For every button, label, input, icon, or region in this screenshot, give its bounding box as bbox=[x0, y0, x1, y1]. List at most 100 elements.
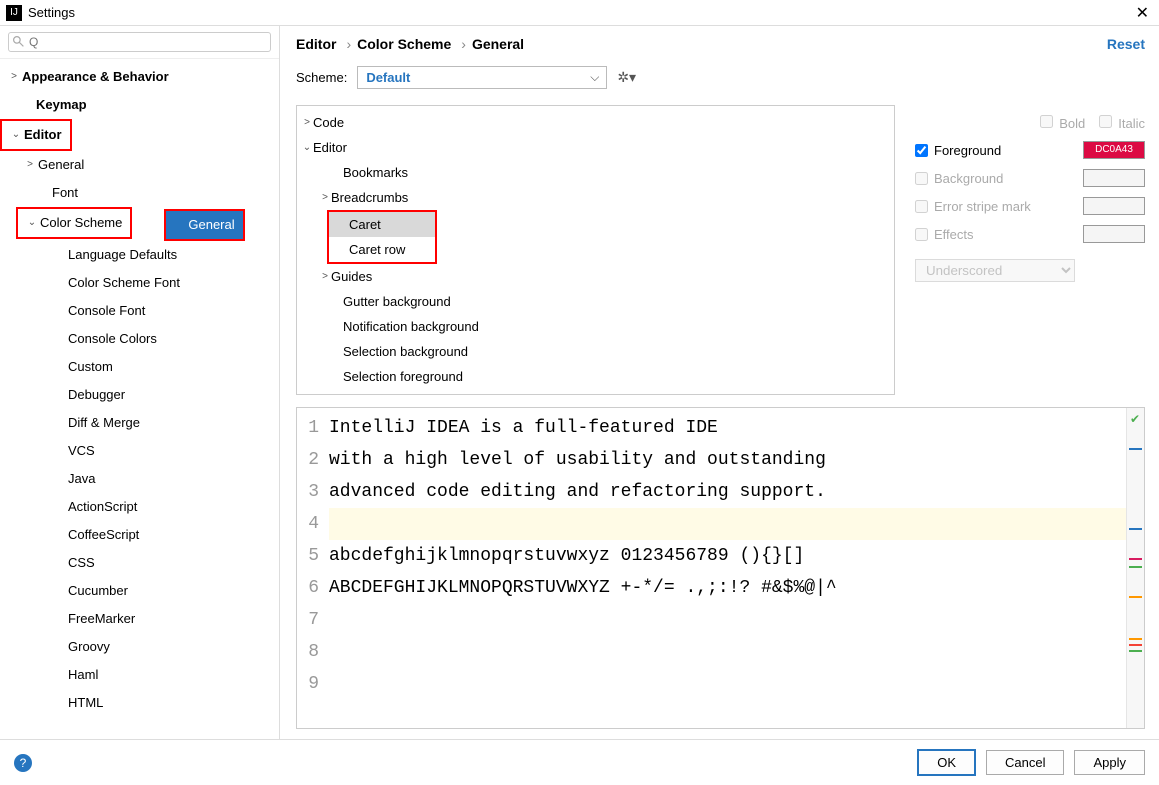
effects-color-swatch[interactable] bbox=[1083, 225, 1145, 243]
tree-item-label: Guides bbox=[331, 266, 372, 287]
tree-item-label: Bookmarks bbox=[343, 162, 408, 183]
sidebar-item-label: Console Colors bbox=[68, 329, 157, 349]
background-label: Background bbox=[934, 171, 1003, 186]
chevron-icon: ⌄ bbox=[301, 137, 313, 158]
error-stripe-checkbox[interactable] bbox=[915, 200, 928, 213]
italic-checkbox[interactable]: Italic bbox=[1099, 115, 1145, 131]
sidebar-item-groovy[interactable]: Groovy bbox=[0, 633, 279, 661]
tree-item-editor[interactable]: ⌄Editor bbox=[297, 135, 894, 160]
effects-type-select[interactable]: Underscored bbox=[915, 259, 1075, 282]
sidebar-item-html[interactable]: HTML bbox=[0, 689, 279, 717]
preview-gutter: 123456789 bbox=[297, 408, 325, 728]
sidebar-item-color-scheme-font[interactable]: Color Scheme Font bbox=[0, 269, 279, 297]
sidebar-item-label: Custom bbox=[68, 357, 113, 377]
tree-item-label: Notification background bbox=[343, 316, 479, 337]
tree-item-caret-row[interactable]: Caret row bbox=[329, 237, 435, 262]
foreground-label: Foreground bbox=[934, 143, 1001, 158]
chevron-icon: > bbox=[24, 155, 36, 175]
sidebar-item-label: CSS bbox=[68, 553, 95, 573]
tree-item-label: Code bbox=[313, 112, 344, 133]
gear-icon[interactable]: ✲▾ bbox=[617, 69, 636, 86]
bold-checkbox[interactable]: Bold bbox=[1040, 115, 1085, 131]
chevron-right-icon: › bbox=[346, 36, 351, 52]
foreground-checkbox[interactable] bbox=[915, 144, 928, 157]
attributes-tree[interactable]: >Code⌄EditorBookmarks>BreadcrumbsCaretCa… bbox=[296, 105, 895, 395]
properties-pane: Bold Italic Foreground DC0A43 Background bbox=[915, 105, 1145, 395]
sidebar-item-label: HTML bbox=[68, 693, 103, 713]
search-input[interactable] bbox=[8, 32, 271, 52]
sidebar-item-console-colors[interactable]: Console Colors bbox=[0, 325, 279, 353]
chevron-icon: ⌄ bbox=[10, 125, 22, 145]
sidebar-item-label: Editor bbox=[24, 125, 62, 145]
tree-item-breadcrumbs[interactable]: >Breadcrumbs bbox=[297, 185, 894, 210]
tree-item-label: Selection background bbox=[343, 341, 468, 362]
main-panel: Editor › Color Scheme › General Reset Sc… bbox=[280, 26, 1159, 739]
sidebar-item-label: Groovy bbox=[68, 637, 110, 657]
background-checkbox[interactable] bbox=[915, 172, 928, 185]
help-icon[interactable]: ? bbox=[14, 754, 32, 772]
tree-item-label: Caret bbox=[349, 214, 381, 235]
tree-item-selection-background[interactable]: Selection background bbox=[297, 339, 894, 364]
sidebar-item-label: Appearance & Behavior bbox=[22, 67, 169, 87]
chevron-icon: > bbox=[8, 67, 20, 87]
settings-nav[interactable]: >Appearance & BehaviorKeymap⌄Editor>Gene… bbox=[0, 59, 279, 739]
sidebar-item-label: Font bbox=[52, 183, 78, 203]
error-stripe-color-swatch[interactable] bbox=[1083, 197, 1145, 215]
sidebar-item-language-defaults[interactable]: Language Defaults bbox=[0, 241, 279, 269]
chevron-icon: ⌄ bbox=[26, 213, 38, 233]
scheme-label: Scheme: bbox=[296, 70, 347, 85]
chevron-icon: > bbox=[301, 112, 313, 133]
sidebar-item-label: Language Defaults bbox=[68, 245, 177, 265]
sidebar-item-general[interactable]: General bbox=[166, 211, 242, 239]
sidebar-item-font[interactable]: Font bbox=[0, 179, 279, 207]
effects-checkbox[interactable] bbox=[915, 228, 928, 241]
tree-item-code[interactable]: >Code bbox=[297, 110, 894, 135]
tree-item-separator-line-above[interactable]: Separator line above bbox=[297, 389, 894, 395]
scheme-select[interactable]: Default bbox=[357, 66, 607, 89]
reset-link[interactable]: Reset bbox=[1107, 36, 1145, 52]
tree-item-guides[interactable]: >Guides bbox=[297, 264, 894, 289]
sidebar-item-coffeescript[interactable]: CoffeeScript bbox=[0, 521, 279, 549]
cancel-button[interactable]: Cancel bbox=[986, 750, 1064, 775]
sidebar-item-label: General bbox=[38, 155, 84, 175]
sidebar-item-haml[interactable]: Haml bbox=[0, 661, 279, 689]
sidebar-item-keymap[interactable]: Keymap bbox=[0, 91, 279, 119]
sidebar-item-editor[interactable]: ⌄Editor bbox=[2, 121, 70, 149]
footer: ? OK Cancel Apply bbox=[0, 739, 1159, 785]
ok-button[interactable]: OK bbox=[917, 749, 976, 776]
sidebar-item-vcs[interactable]: VCS bbox=[0, 437, 279, 465]
breadcrumb: Editor › Color Scheme › General Reset bbox=[296, 36, 1145, 52]
tree-item-caret[interactable]: Caret bbox=[329, 212, 435, 237]
tree-item-notification-background[interactable]: Notification background bbox=[297, 314, 894, 339]
sidebar-item-java[interactable]: Java bbox=[0, 465, 279, 493]
foreground-color-swatch[interactable]: DC0A43 bbox=[1083, 141, 1145, 159]
tree-item-selection-foreground[interactable]: Selection foreground bbox=[297, 364, 894, 389]
chevron-icon: > bbox=[319, 266, 331, 287]
tree-item-bookmarks[interactable]: Bookmarks bbox=[297, 160, 894, 185]
sidebar-item-general[interactable]: >General bbox=[0, 151, 279, 179]
preview-pane: 123456789 IntelliJ IDEA is a full-featur… bbox=[296, 407, 1145, 729]
sidebar-item-console-font[interactable]: Console Font bbox=[0, 297, 279, 325]
tree-item-gutter-background[interactable]: Gutter background bbox=[297, 289, 894, 314]
sidebar-item-cucumber[interactable]: Cucumber bbox=[0, 577, 279, 605]
apply-button[interactable]: Apply bbox=[1074, 750, 1145, 775]
sidebar-item-label: ActionScript bbox=[68, 497, 137, 517]
breadcrumb-colorscheme[interactable]: Color Scheme bbox=[357, 36, 451, 52]
sidebar-item-diff-merge[interactable]: Diff & Merge bbox=[0, 409, 279, 437]
sidebar-item-label: Haml bbox=[68, 665, 98, 685]
sidebar-item-freemarker[interactable]: FreeMarker bbox=[0, 605, 279, 633]
sidebar-item-label: Debugger bbox=[68, 385, 125, 405]
search-row bbox=[0, 26, 279, 59]
sidebar-item-color-scheme[interactable]: ⌄Color Scheme bbox=[18, 209, 130, 237]
sidebar-item-label: General bbox=[188, 215, 234, 235]
sidebar-item-custom[interactable]: Custom bbox=[0, 353, 279, 381]
sidebar-item-debugger[interactable]: Debugger bbox=[0, 381, 279, 409]
gutter-marks: ✔ bbox=[1126, 408, 1144, 728]
sidebar-item-appearance-behavior[interactable]: >Appearance & Behavior bbox=[0, 63, 279, 91]
close-icon[interactable]: ✕ bbox=[1132, 3, 1153, 23]
breadcrumb-editor[interactable]: Editor bbox=[296, 36, 336, 52]
sidebar-item-actionscript[interactable]: ActionScript bbox=[0, 493, 279, 521]
background-color-swatch[interactable] bbox=[1083, 169, 1145, 187]
sidebar-item-label: Keymap bbox=[36, 95, 87, 115]
sidebar-item-css[interactable]: CSS bbox=[0, 549, 279, 577]
